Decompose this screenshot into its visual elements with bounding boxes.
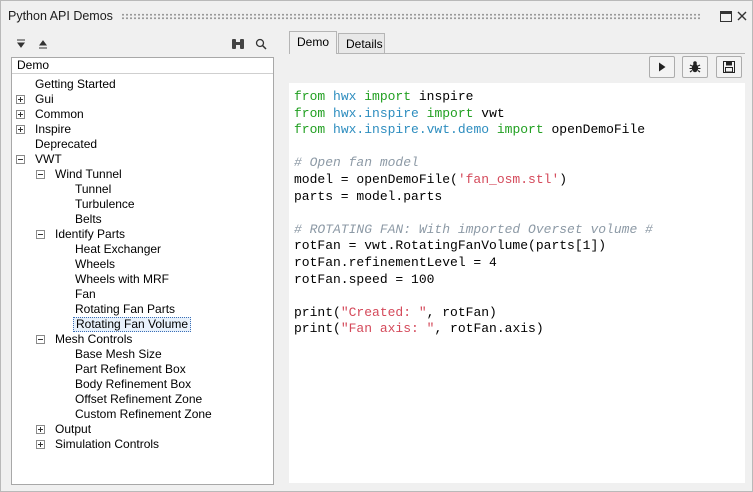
code-token: model = openDemoFile(: [294, 171, 458, 187]
tree-item-label: Deprecated: [35, 137, 98, 151]
tree-item-label: Wheels: [75, 257, 116, 271]
code-line: from hwx.inspire.vwt.demo import openDem…: [294, 122, 653, 139]
tree-item-label: Tunnel: [75, 182, 112, 196]
code-line: rotFan = vwt.RotatingFanVolume(parts[1]): [294, 238, 653, 255]
code-editor[interactable]: from hwx import inspire from hwx.inspire …: [289, 83, 745, 483]
title-bar[interactable]: Python API Demos: [1, 1, 752, 31]
debug-button[interactable]: [682, 56, 708, 78]
code-line: model = openDemoFile('fan_osm.stl'): [294, 172, 653, 189]
code-token: import: [418, 105, 482, 121]
demo-tree[interactable]: Demo Getting Started Gui Common Inspire Depr…: [11, 57, 274, 485]
expand-icon[interactable]: [36, 440, 45, 449]
code-line: # Open fan model: [294, 155, 653, 172]
expand-icon[interactable]: [16, 125, 25, 134]
code-line: rotFan.refinementLevel = 4: [294, 255, 653, 272]
tree-item-label: Gui: [35, 92, 54, 106]
tree-column-header: Demo: [12, 58, 273, 74]
code-line: parts = model.parts: [294, 189, 653, 206]
run-button[interactable]: [649, 56, 675, 78]
collapse-icon[interactable]: [36, 335, 45, 344]
code-token: "Fan axis: ": [340, 321, 435, 337]
tree-item-label: Wheels with MRF: [75, 272, 170, 286]
code-line: rotFan.speed = 100: [294, 272, 653, 289]
code-token: print(: [294, 321, 341, 337]
tree-item-label: Common: [35, 107, 84, 121]
tree-item-label: Getting Started: [35, 77, 116, 91]
expand-icon[interactable]: [36, 425, 45, 434]
code-token: parts = model.parts: [294, 188, 443, 204]
code-token: print(: [294, 304, 341, 320]
collapse-icon[interactable]: [16, 155, 25, 164]
tree-item-label: Simulation Controls: [55, 437, 160, 451]
code-token: rotFan.speed = 100: [294, 271, 435, 287]
tree-item-label: Custom Refinement Zone: [75, 407, 212, 421]
tree-item-label: Base Mesh Size: [75, 347, 162, 361]
code-text[interactable]: from hwx import inspire from hwx.inspire …: [294, 89, 653, 338]
tree-item-label: Inspire: [35, 122, 72, 136]
expand-all-icon[interactable]: [12, 35, 30, 53]
code-token: import: [489, 122, 552, 138]
float-window-icon[interactable]: [719, 9, 733, 23]
code-token: hwx: [333, 89, 357, 104]
code-token: , rotFan): [426, 304, 497, 320]
code-line: from hwx.inspire import vwt: [294, 106, 653, 123]
tree-item-label: Heat Exchanger: [75, 242, 162, 256]
tree-item-label: Turbulence: [75, 197, 135, 211]
collapse-icon[interactable]: [36, 230, 45, 239]
code-token: from: [294, 122, 334, 138]
code-token: # ROTATING FAN: With imported Overset vo…: [294, 221, 653, 237]
code-token: from: [294, 89, 334, 104]
code-line: # ROTATING FAN: With imported Overset vo…: [294, 222, 653, 239]
code-token: import: [356, 89, 419, 104]
window-title: Python API Demos: [8, 9, 113, 23]
tree-item-label: Wind Tunnel: [55, 167, 122, 181]
code-token: hwx.inspire.vwt.demo: [333, 122, 490, 138]
code-token: 'fan_osm.stl': [457, 171, 560, 187]
python-api-demos-window: Python API Demos Demo Getting Started Gui…: [0, 0, 753, 492]
tab-divider: [289, 53, 745, 54]
code-line: from hwx import inspire: [294, 89, 653, 106]
tree-item-label: Belts: [75, 212, 102, 226]
code-token: # Open fan model: [294, 155, 419, 171]
tree-item-label: Part Refinement Box: [75, 362, 186, 376]
code-token: vwt: [481, 105, 505, 121]
expand-icon[interactable]: [16, 95, 25, 104]
tree-item-label: Output: [55, 422, 92, 436]
drag-grip[interactable]: [121, 13, 701, 20]
run-icon: [659, 62, 666, 72]
tree-item-label: Fan: [75, 287, 96, 301]
code-token: openDemoFile: [551, 122, 646, 138]
code-line: print("Fan axis: ", rotFan.axis): [294, 321, 653, 338]
code-token: inspire: [418, 89, 474, 104]
collapse-icon[interactable]: [36, 170, 45, 179]
save-button[interactable]: [716, 56, 742, 78]
save-icon: [723, 61, 735, 73]
code-line: print("Created: ", rotFan): [294, 305, 653, 322]
code-token: hwx.inspire: [333, 105, 419, 121]
tree-item-label: Body Refinement Box: [75, 377, 192, 391]
tab-details[interactable]: Details: [338, 33, 385, 53]
search-icon[interactable]: [252, 35, 270, 53]
code-token: "Created: ": [340, 304, 427, 320]
code-token: rotFan.refinementLevel = 4: [294, 254, 497, 270]
tree-item-label: Rotating Fan Parts: [75, 302, 176, 316]
tree-item-label: Rotating Fan Volume: [73, 317, 192, 332]
tree-item-label: Offset Refinement Zone: [75, 392, 203, 406]
tree-item-label: Mesh Controls: [55, 332, 133, 346]
code-token: ): [559, 171, 568, 187]
tree-item-label: Identify Parts: [55, 227, 126, 241]
collapse-all-icon[interactable]: [34, 35, 52, 53]
binoculars-icon[interactable]: [229, 35, 247, 53]
code-token: , rotFan.axis): [434, 321, 544, 337]
tab-demo[interactable]: Demo: [289, 31, 337, 54]
debug-icon: [689, 61, 701, 73]
expand-icon[interactable]: [16, 110, 25, 119]
code-token: rotFan = vwt.RotatingFanVolume(parts[1]): [294, 238, 607, 254]
tree-item-label: VWT: [35, 152, 62, 166]
code-token: from: [294, 105, 334, 121]
close-icon[interactable]: [735, 9, 749, 23]
